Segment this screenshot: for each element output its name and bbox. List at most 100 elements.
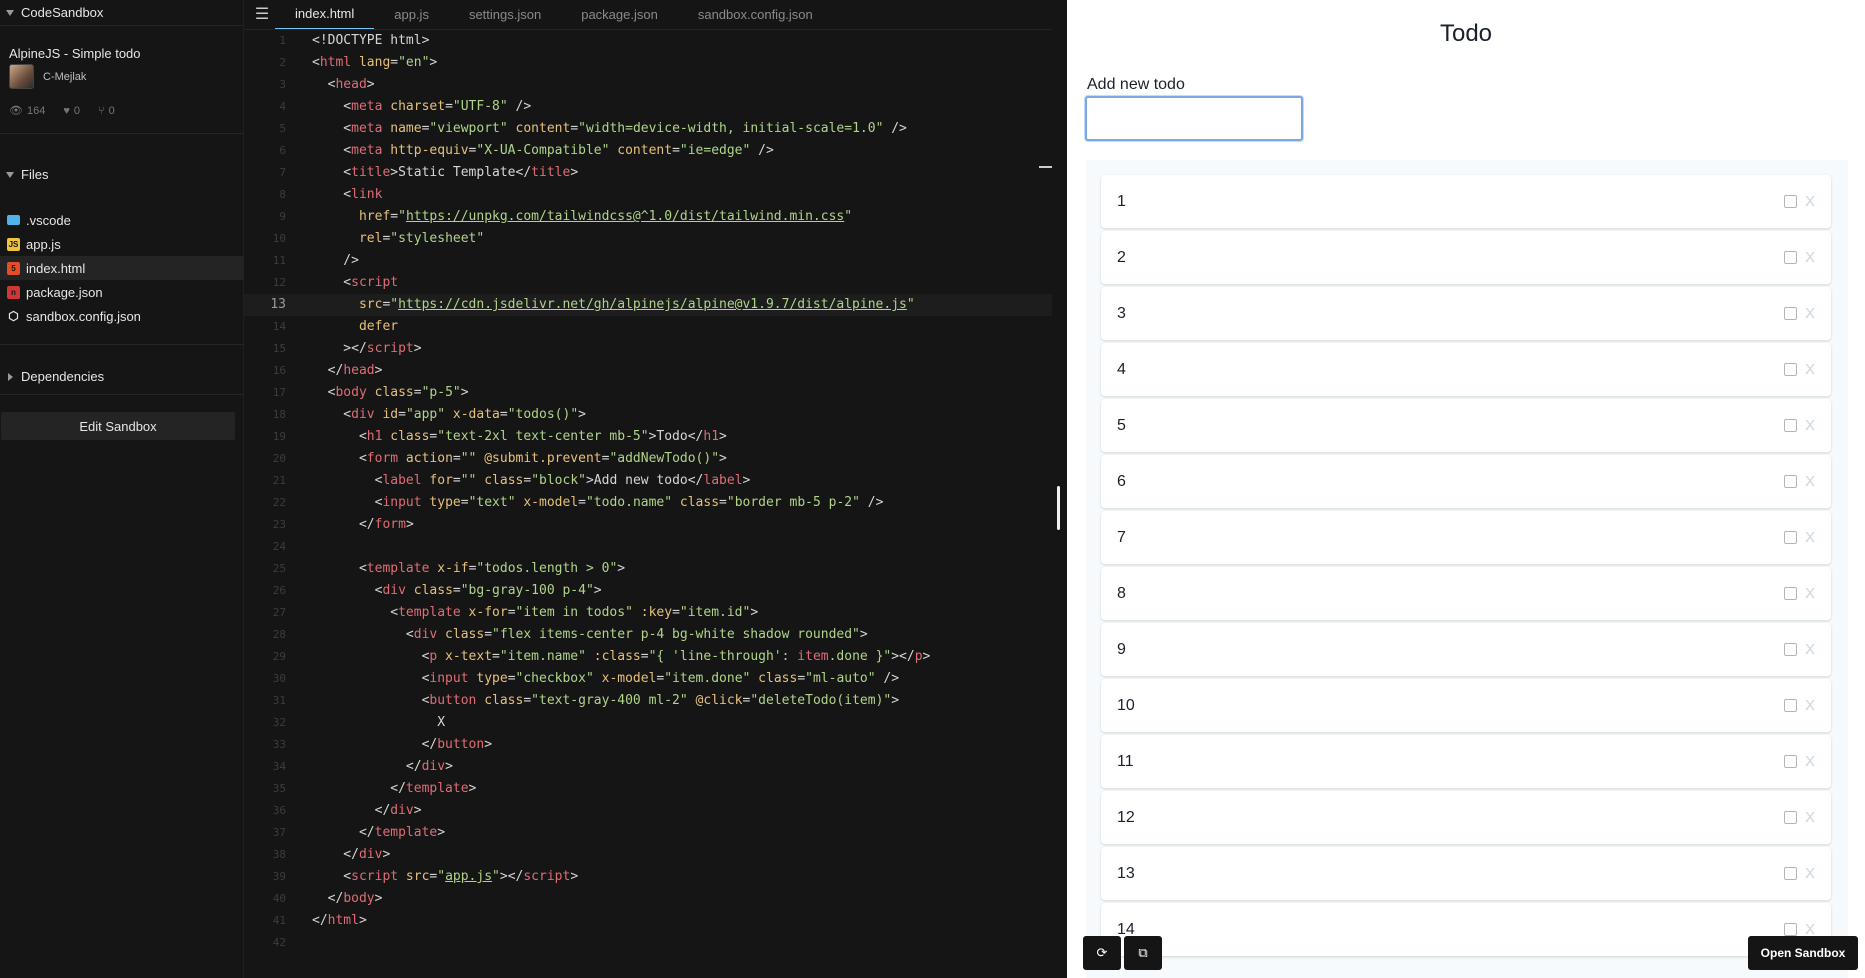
code-line: 1 <!DOCTYPE html> (244, 30, 1052, 52)
delete-todo-button[interactable]: X (1805, 865, 1815, 882)
javascript-icon: JS (7, 237, 20, 251)
code-text: <link (312, 187, 383, 202)
todo-done-checkbox[interactable] (1783, 811, 1797, 824)
line-number: 2 (279, 56, 286, 69)
code-text: <form action="" @submit.prevent="addNewT… (312, 451, 727, 466)
delete-todo-button[interactable]: X (1805, 361, 1815, 378)
file-item[interactable]: n package.json (0, 280, 244, 304)
todo-done-checkbox[interactable] (1783, 475, 1797, 488)
line-number: 41 (272, 914, 286, 927)
editor-tab[interactable]: app.js (374, 0, 449, 29)
file-item[interactable]: .vscode (0, 208, 244, 232)
todo-done-checkbox[interactable] (1783, 531, 1797, 544)
delete-todo-button[interactable]: X (1805, 697, 1815, 714)
code-text: </div> (312, 847, 391, 862)
delete-todo-button[interactable]: X (1805, 529, 1815, 546)
forks-stat[interactable]: ⑂ 0 (98, 104, 115, 117)
editor-tab[interactable]: package.json (561, 0, 678, 29)
views-count: 164 (26, 104, 46, 117)
delete-todo-button[interactable]: X (1805, 193, 1815, 210)
todo-done-checkbox[interactable] (1783, 643, 1797, 656)
code-line: 29 <p x-text="item.name" :class="{ 'line… (244, 646, 1052, 668)
npm-icon: n (7, 285, 20, 299)
resize-handle[interactable] (1057, 486, 1060, 530)
pane-divider[interactable] (1052, 0, 1067, 978)
todo-done-checkbox[interactable] (1783, 755, 1797, 768)
delete-todo-button[interactable]: X (1805, 417, 1815, 434)
delete-todo-button[interactable]: X (1805, 641, 1815, 658)
likes-stat[interactable]: ♥ 0 (63, 104, 80, 117)
todo-done-checkbox[interactable] (1783, 923, 1797, 936)
editor-tab[interactable]: settings.json (449, 0, 561, 29)
todo-done-checkbox[interactable] (1783, 699, 1797, 712)
open-new-window-button[interactable]: ⧉ (1124, 936, 1162, 970)
file-item[interactable]: 5 index.html (0, 256, 244, 280)
tab-bar: ☰ index.html app.js settings.json package.j… (244, 0, 1052, 30)
add-todo-label: Add new todo (1087, 76, 1185, 93)
app-header[interactable]: CodeSandbox (0, 0, 243, 26)
files-section-header[interactable]: Files (6, 167, 48, 182)
hamburger-menu-icon[interactable]: ☰ (249, 0, 275, 29)
file-item[interactable]: JS app.js (0, 232, 244, 256)
edit-sandbox-button[interactable]: Edit Sandbox (1, 412, 235, 440)
code-line: 30 <input type="checkbox" x-model="item.… (244, 668, 1052, 690)
code-text: href="https://unpkg.com/tailwindcss@^1.0… (312, 209, 853, 224)
todo-done-checkbox[interactable] (1783, 307, 1797, 320)
code-line: 27 <template x-for="item in todos" :key=… (244, 602, 1052, 624)
open-sandbox-button[interactable]: Open Sandbox (1748, 936, 1858, 970)
todo-name: 13 (1117, 864, 1135, 882)
new-todo-input[interactable] (1085, 96, 1303, 141)
line-number: 10 (272, 232, 286, 245)
project-stats: 👁 164 ♥ 0 ⑂ 0 (9, 104, 115, 118)
delete-todo-button[interactable]: X (1805, 753, 1815, 770)
code-text: rel="stylesheet" (312, 231, 485, 246)
project-title: AlpineJS - Simple todo (9, 46, 141, 61)
code-line: 25 <template x-if="todos.length > 0"> (244, 558, 1052, 580)
todo-name: 11 (1117, 752, 1134, 770)
collapsed-caret-icon (8, 372, 13, 381)
todo-item: 10 X (1101, 679, 1831, 732)
delete-todo-button[interactable]: X (1805, 473, 1815, 490)
code-line: 16 </head> (244, 360, 1052, 382)
todo-item: 14 X (1101, 903, 1831, 956)
todo-done-checkbox[interactable] (1783, 867, 1797, 880)
delete-todo-button[interactable]: X (1805, 809, 1815, 826)
code-text: <script src="app.js"></script> (312, 869, 579, 884)
todo-done-checkbox[interactable] (1783, 195, 1797, 208)
line-number: 34 (272, 760, 286, 773)
delete-todo-button[interactable]: X (1805, 249, 1815, 266)
todo-name: 5 (1117, 416, 1126, 434)
codesandbox-cube-icon: ⬡ (8, 309, 19, 323)
line-number: 19 (272, 430, 286, 443)
dependencies-section-header[interactable]: Dependencies (6, 369, 104, 384)
line-number: 16 (272, 364, 286, 377)
editor-tab[interactable]: sandbox.config.json (678, 0, 833, 29)
app-name: CodeSandbox (21, 5, 104, 20)
code-line: 13 src="https://cdn.jsdelivr.net/gh/alpi… (244, 294, 1052, 316)
line-number: 22 (272, 496, 286, 509)
refresh-button[interactable]: ⟳ (1083, 936, 1121, 970)
project-author[interactable]: C-Mejlak (9, 64, 86, 89)
delete-todo-button[interactable]: X (1805, 585, 1815, 602)
sidebar: CodeSandbox AlpineJS - Simple todo C-Mej… (0, 0, 244, 978)
code-text: </template> (312, 825, 446, 840)
delete-todo-button[interactable]: X (1805, 305, 1815, 322)
dependencies-section-label: Dependencies (21, 369, 105, 384)
editor-tab[interactable]: index.html (275, 0, 375, 29)
code-text: <label for="" class="block">Add new todo… (312, 473, 751, 488)
scrollbar-marker[interactable] (1039, 166, 1052, 168)
code-line: 42 (244, 932, 1052, 954)
code-text: <script (312, 275, 399, 290)
todo-done-checkbox[interactable] (1783, 587, 1797, 600)
code-line: 35 </template> (244, 778, 1052, 800)
code-text: /> (312, 253, 359, 268)
code-area[interactable]: 1 <!DOCTYPE html> 2 <html lang="en"> 3 <head… (244, 30, 1052, 954)
forks-count: 0 (108, 104, 115, 117)
todo-done-checkbox[interactable] (1783, 251, 1797, 264)
line-number: 13 (270, 297, 286, 312)
code-line: 8 <link (244, 184, 1052, 206)
todo-done-checkbox[interactable] (1783, 419, 1797, 432)
file-item[interactable]: ⬡ sandbox.config.json (0, 304, 244, 328)
code-text: defer (312, 319, 399, 334)
todo-done-checkbox[interactable] (1783, 363, 1797, 376)
